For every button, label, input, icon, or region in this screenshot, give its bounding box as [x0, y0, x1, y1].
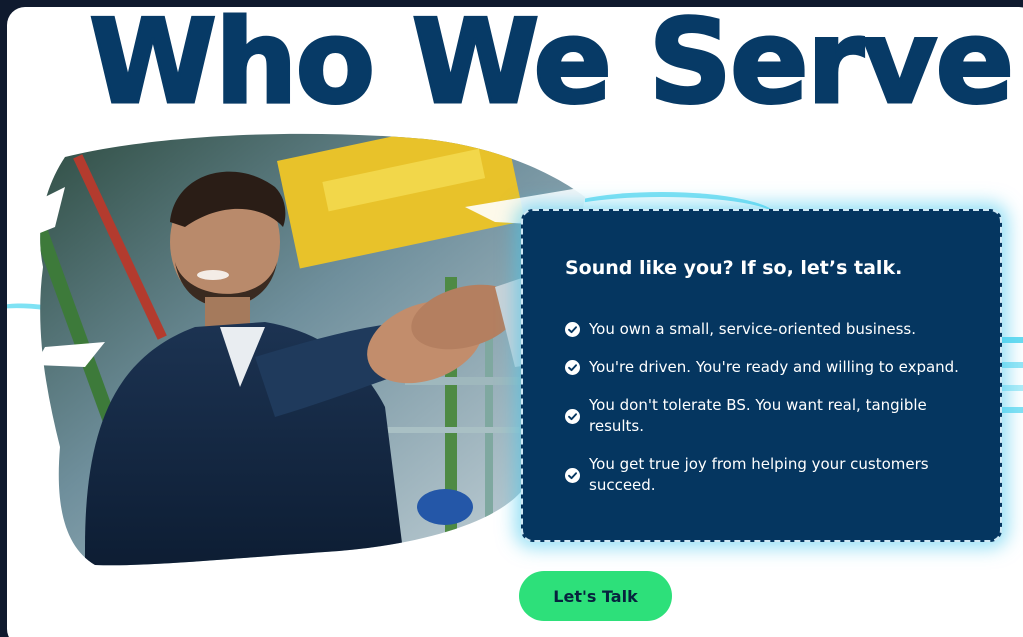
check-circle-icon [565, 467, 580, 483]
list-item-text: You get true joy from helping your custo… [589, 455, 929, 494]
page-card: Who We Serve Sound like you? If so, let’… [7, 7, 1023, 637]
handshake-photo [25, 127, 585, 567]
list-item: You own a small, service-oriented busine… [565, 319, 975, 340]
handshake-photo-image [25, 133, 585, 566]
check-circle-icon [565, 322, 580, 337]
check-circle-icon [565, 408, 580, 424]
qualifier-list: You own a small, service-oriented busine… [565, 319, 975, 513]
list-item-text: You're driven. You're ready and willing … [589, 358, 959, 376]
page-title: Who We Serve [87, 7, 1015, 130]
list-item: You're driven. You're ready and willing … [565, 357, 975, 378]
lets-talk-button[interactable]: Let's Talk [519, 571, 672, 621]
qualifier-heading: Sound like you? If so, let’s talk. [565, 257, 903, 279]
list-item: You don't tolerate BS. You want real, ta… [565, 395, 975, 437]
qualifier-card: Sound like you? If so, let’s talk. You o… [521, 209, 1002, 542]
list-item-text: You own a small, service-oriented busine… [589, 320, 917, 338]
list-item: You get true joy from helping your custo… [565, 454, 975, 496]
list-item-text: You don't tolerate BS. You want real, ta… [589, 396, 927, 435]
check-circle-icon [565, 360, 580, 375]
